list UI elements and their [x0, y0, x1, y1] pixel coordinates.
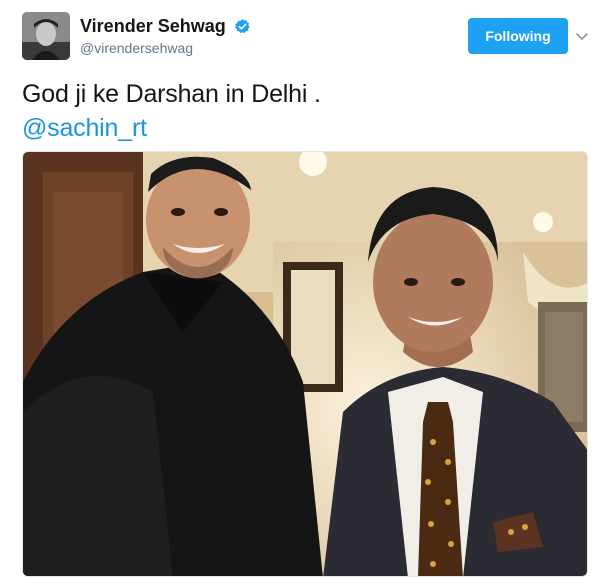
tweet-text: God ji ke Darshan in Delhi . @sachin_rt	[22, 77, 582, 145]
avatar-image	[22, 12, 70, 60]
display-name[interactable]: Virender Sehwag	[80, 16, 226, 37]
following-button[interactable]: Following	[468, 18, 568, 54]
avatar[interactable]	[22, 12, 70, 60]
chevron-down-icon[interactable]	[574, 28, 590, 44]
selfie-photo	[23, 152, 587, 576]
tweet-body: God ji ke Darshan in Delhi .	[22, 80, 321, 108]
user-info: Virender Sehwag @virendersehwag	[80, 16, 251, 56]
verified-badge-icon	[234, 19, 250, 34]
user-handle[interactable]: @virendersehwag	[80, 40, 251, 56]
tweet-header: Virender Sehwag @virendersehwag Followin…	[22, 12, 590, 64]
tweet-photo[interactable]	[22, 151, 588, 577]
mention-link[interactable]: @sachin_rt	[22, 111, 582, 145]
